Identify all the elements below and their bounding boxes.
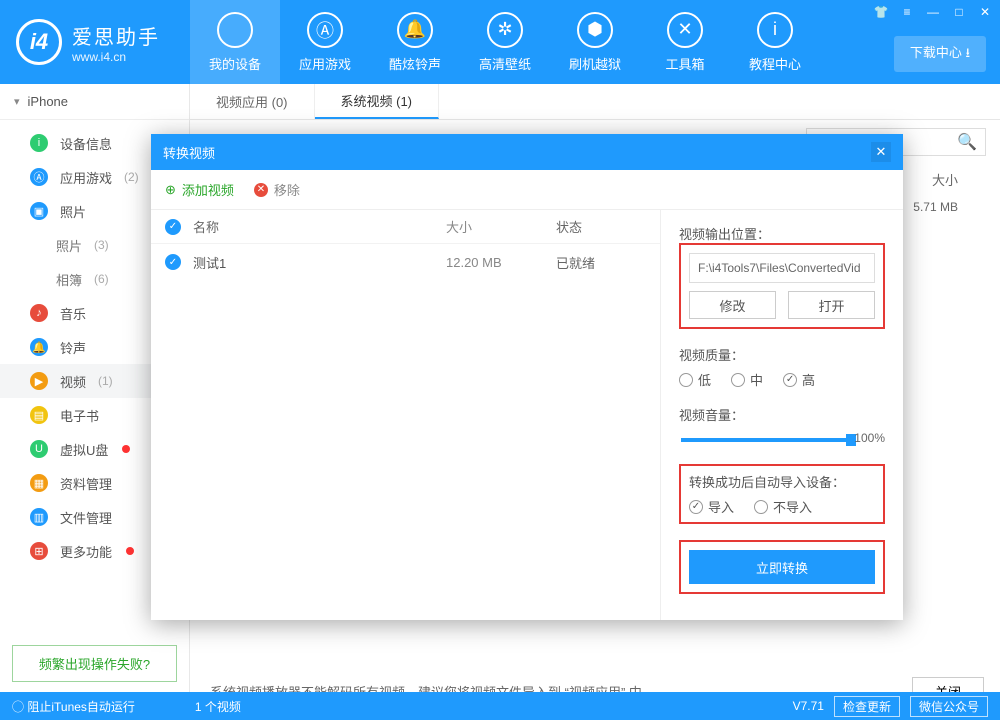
plus-icon: ⊕ — [165, 182, 176, 198]
video-row[interactable]: ✓ 测试1 12.20 MB 已就绪 — [151, 244, 660, 280]
output-path-field[interactable]: F:\i4Tools7\Files\ConvertedVid — [689, 253, 875, 283]
bell-icon: 🔔 — [397, 12, 433, 48]
dialog-title-bar: 转换视频 ✕ — [151, 134, 903, 170]
nav-tutorials[interactable]: i教程中心 — [730, 0, 820, 84]
modify-path-button[interactable]: 修改 — [689, 291, 776, 319]
output-label: 视频输出位置： — [679, 224, 885, 243]
download-center-button[interactable]: 下载中心 ⭳ — [894, 36, 986, 72]
badge-dot — [122, 445, 130, 453]
convert-video-dialog: 转换视频 ✕ ⊕添加视频 ✕移除 ✓ 名称 大小 状态 ✓ 测试1 12.20 … — [151, 134, 903, 620]
app-header: i4 爱思助手 www.i4.cn 我的设备 Ⓐ应用游戏 🔔酷炫铃声 ✲高清壁纸… — [0, 0, 1000, 84]
apple-icon — [217, 12, 253, 48]
video-list: ✓ 名称 大小 状态 ✓ 测试1 12.20 MB 已就绪 — [151, 210, 661, 620]
convert-now-button[interactable]: 立即转换 — [689, 550, 875, 584]
tab-system-video[interactable]: 系统视频 (1) — [315, 84, 440, 119]
quality-high-radio[interactable]: 高 — [783, 370, 815, 389]
logo: i4 爱思助手 www.i4.cn — [0, 0, 190, 84]
appstore-icon: Ⓐ — [307, 12, 343, 48]
volume-slider[interactable]: 100% — [681, 438, 851, 442]
quality-mid-radio[interactable]: 中 — [731, 370, 763, 389]
add-video-button[interactable]: ⊕添加视频 — [165, 180, 234, 199]
nav-my-device[interactable]: 我的设备 — [190, 0, 280, 84]
fail-help-link[interactable]: 频繁出现操作失败? — [12, 645, 177, 682]
output-section: F:\i4Tools7\Files\ConvertedVid 修改 打开 — [679, 243, 885, 329]
nav-apps[interactable]: Ⓐ应用游戏 — [280, 0, 370, 84]
check-update-button[interactable]: 检查更新 — [834, 696, 900, 717]
status-bar: ◯ 阻止iTunes自动运行 1 个视频 V7.71 检查更新 微信公众号 — [0, 692, 1000, 720]
brand-url: www.i4.cn — [72, 50, 160, 64]
quality-label: 视频质量： — [679, 345, 885, 364]
device-selector[interactable]: iPhone — [0, 84, 189, 120]
nav-ringtones[interactable]: 🔔酷炫铃声 — [370, 0, 460, 84]
import-no-radio[interactable]: 不导入 — [754, 497, 812, 516]
logo-icon: i4 — [16, 19, 62, 65]
select-all-checkbox[interactable]: ✓ — [165, 219, 181, 235]
shirt-icon[interactable]: 👕 — [872, 4, 890, 20]
version-label: V7.71 — [793, 699, 824, 713]
col-status: 状态 — [556, 217, 646, 236]
volume-label: 视频音量： — [679, 405, 885, 424]
content-tabs: 视频应用 (0) 系统视频 (1) — [190, 84, 1000, 120]
col-size: 大小 — [446, 217, 556, 236]
flower-icon: ✲ — [487, 12, 523, 48]
itunes-toggle[interactable]: ◯ 阻止iTunes自动运行 — [12, 698, 135, 715]
convert-section: 立即转换 — [679, 540, 885, 594]
nav-wallpapers[interactable]: ✲高清壁纸 — [460, 0, 550, 84]
menu-icon[interactable]: ≡ — [898, 4, 916, 20]
badge-dot — [126, 547, 134, 555]
nav-tools[interactable]: ✕工具箱 — [640, 0, 730, 84]
row-checkbox[interactable]: ✓ — [165, 254, 181, 270]
maximize-icon[interactable]: □ — [950, 4, 968, 20]
video-count: 1 个视频 — [195, 698, 241, 715]
import-yes-radio[interactable]: 导入 — [689, 497, 734, 516]
remove-icon: ✕ — [254, 183, 268, 197]
nav-flash[interactable]: ⬢刷机越狱 — [550, 0, 640, 84]
remove-video-button[interactable]: ✕移除 — [254, 180, 300, 199]
info-icon: i — [757, 12, 793, 48]
auto-import-section: 转换成功后自动导入设备： 导入 不导入 — [679, 464, 885, 524]
brand-name: 爱思助手 — [72, 21, 160, 50]
volume-value: 100% — [854, 431, 885, 445]
col-name: 名称 — [193, 217, 446, 236]
window-controls: 👕 ≡ ― □ ✕ — [872, 4, 994, 20]
dialog-close-button[interactable]: ✕ — [871, 142, 891, 162]
box-icon: ⬢ — [577, 12, 613, 48]
open-path-button[interactable]: 打开 — [788, 291, 875, 319]
search-icon: 🔍 — [957, 132, 977, 152]
minimize-icon[interactable]: ― — [924, 4, 942, 20]
wrench-icon: ✕ — [667, 12, 703, 48]
wechat-button[interactable]: 微信公众号 — [910, 696, 988, 717]
close-icon[interactable]: ✕ — [976, 4, 994, 20]
import-label: 转换成功后自动导入设备： — [689, 472, 875, 491]
tab-video-apps[interactable]: 视频应用 (0) — [190, 84, 315, 119]
quality-low-radio[interactable]: 低 — [679, 370, 711, 389]
